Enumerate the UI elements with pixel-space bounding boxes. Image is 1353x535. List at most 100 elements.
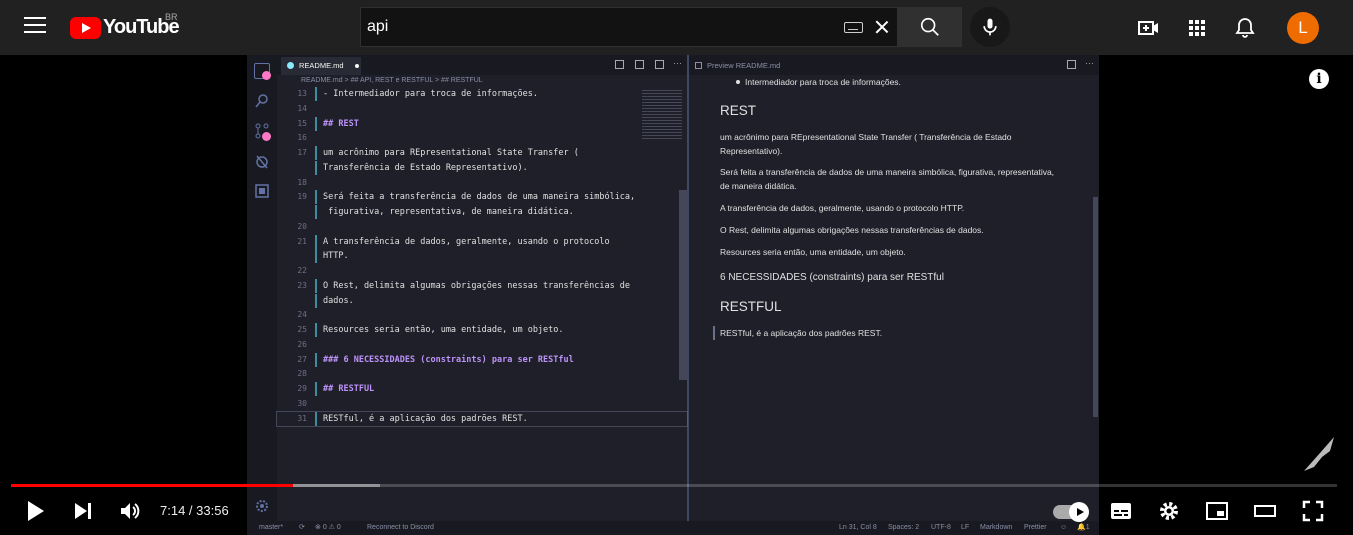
preview-tab: Preview README.md [695,57,780,70]
preview-bullet: Intermediador para troca de informações. [736,75,1090,89]
channel-watermark-icon[interactable] [1300,433,1336,473]
line-number: 31 [297,413,307,423]
change-marker [315,146,317,160]
line-text: dados. [323,295,354,306]
code-editor: 13 - Intermediador para troca de informaç… [276,87,688,505]
code-line: 19 Será feita a transferência de dados de… [277,190,687,205]
line-text: figurativa, representativa, de maneira d… [323,207,574,217]
preview-heading-necessidades: 6 NECESSIDADES (constraints) para ser RE… [720,272,944,283]
keyboard-icon[interactable] [844,22,863,33]
volume-icon[interactable] [118,499,142,523]
search-input[interactable] [361,8,831,46]
code-line: 13 - Intermediador para troca de informaç… [277,87,687,101]
time-display: 7:14 / 33:56 [160,503,229,518]
preview-heading-rest: REST [720,103,757,118]
fullscreen-icon[interactable] [1301,499,1325,523]
line-text: A transferência de dados, geralmente, us… [323,236,610,247]
unsaved-dot-icon [355,64,359,68]
next-video-icon[interactable] [71,499,95,523]
clear-search-icon[interactable] [873,18,891,36]
line-number: 29 [297,384,307,393]
line-text: ## RESTFUL [323,384,375,394]
voice-search-button[interactable] [970,7,1010,47]
code-line: 25 Resources seria então, uma entidade, u… [277,323,687,337]
code-line: HTTP. [277,249,687,264]
line-number: 19 [297,192,307,202]
more-actions-icon: ··· [673,58,682,68]
change-marker [315,205,317,219]
menu-icon[interactable] [24,17,46,37]
line-text: O Rest, delimita algumas obrigações ness… [323,280,631,291]
preview-paragraph: RESTful, é a aplicação dos padrões REST. [720,328,883,338]
line-text: Transferência de Estado Representativo). [323,162,528,173]
code-line: 24 [277,308,687,322]
editor-scrollbar [679,190,687,380]
notifications-bell-icon[interactable] [1233,16,1257,40]
video-frame: README.md ··· README.md > ## API, REST e… [247,55,1099,535]
line-number: 18 [297,177,307,187]
code-line: 16 [277,131,687,145]
autoplay-toggle[interactable] [1053,502,1089,522]
player-controls: 7:14 / 33:56 [0,491,1353,535]
preview-heading-restful: RESTFUL [720,299,782,314]
youtube-logo[interactable]: YouTube BR [70,12,180,39]
subtitles-icon[interactable] [1109,499,1133,523]
bullet-dot-icon [736,80,740,84]
code-line: 20 [277,220,687,234]
play-icon[interactable] [23,499,47,523]
line-number: 25 [297,325,307,334]
theater-mode-icon[interactable] [1253,499,1277,523]
code-line: 28 [277,367,687,381]
settings-icon[interactable] [1157,499,1181,523]
line-text: - Intermediador para troca de informaçõe… [323,89,538,99]
line-number: 30 [297,398,307,408]
miniplayer-icon[interactable] [1205,499,1229,523]
change-marker [315,382,317,396]
change-marker [315,293,317,308]
progress-bar[interactable] [11,484,1337,487]
source-control-badge [262,132,271,141]
code-line: 23 O Rest, delimita algumas obrigações ne… [277,278,687,293]
line-text: ### 6 NECESSIDADES (constraints) para se… [323,354,574,365]
line-number: 22 [297,266,307,275]
preview-icon [695,62,702,69]
preview-paragraph: Resources seria então, uma entidade, um … [720,247,906,257]
line-number: 24 [297,310,307,320]
change-marker [315,249,317,264]
account-avatar[interactable]: L [1287,12,1319,44]
preview-split-icon [1067,60,1076,69]
line-number: 14 [297,103,307,113]
change-marker [315,160,317,175]
line-number: 20 [297,221,307,231]
code-line: 22 [277,264,687,278]
line-number: 13 [297,89,307,98]
create-video-icon[interactable] [1137,16,1161,40]
microphone-icon [983,18,997,36]
preview-paragraph: O Rest, delimita algumas obrigações ness… [720,225,984,235]
preview-paragraph: um acrônimo para REpresentational State … [720,132,1012,156]
change-marker [315,116,317,131]
code-line: 15 ## REST [277,116,687,131]
line-number: 16 [297,133,307,143]
apps-grid-icon[interactable] [1185,16,1209,40]
explorer-badge [262,71,271,80]
change-marker [315,278,317,293]
code-line: 21 A transferência de dados, geralmente, … [277,234,687,249]
debug-icon [256,155,268,169]
country-code: BR [165,12,178,22]
line-text: um acrônimo para REpresentational State … [323,148,579,158]
preview-scrollbar [1093,197,1098,417]
change-marker [315,87,317,101]
extensions-icon [255,184,269,198]
code-line: 18 [277,176,687,190]
line-number: 27 [297,354,307,364]
line-number: 17 [297,148,307,157]
youtube-play-icon [70,16,101,39]
search-box [360,7,898,47]
editor-tab-label: README.md [299,61,344,70]
change-marker [315,234,317,249]
code-line: figurativa, representativa, de maneira d… [277,205,687,219]
video-player[interactable]: README.md ··· README.md > ## API, REST e… [0,55,1353,535]
search-button[interactable] [898,7,962,47]
video-info-icon[interactable]: i [1309,69,1329,89]
